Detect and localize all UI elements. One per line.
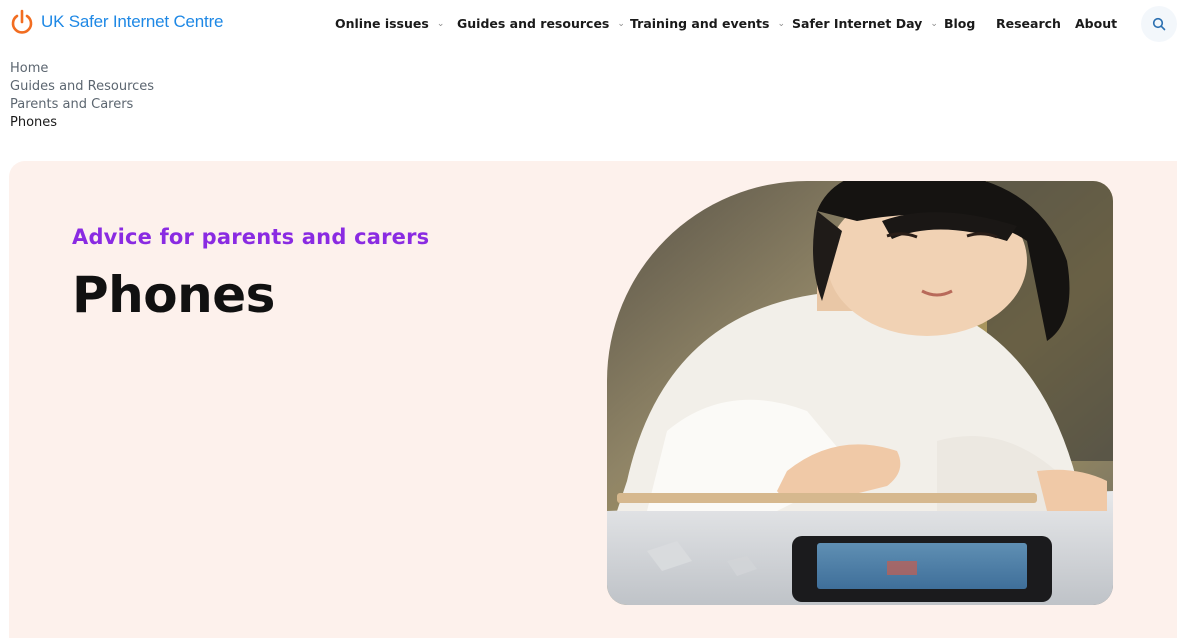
nav-item-label: Training and events bbox=[630, 16, 770, 31]
hero-image bbox=[607, 181, 1113, 605]
nav-item-label: About bbox=[1075, 16, 1118, 31]
logo-text: UK Safer Internet Centre bbox=[41, 12, 224, 31]
breadcrumb-current: Phones bbox=[10, 115, 58, 130]
chevron-down-icon: ⌄ bbox=[436, 18, 445, 29]
search-button[interactable] bbox=[1141, 6, 1177, 42]
site-header: UK Safer Internet Centre Online issues ⌄… bbox=[0, 0, 1177, 50]
nav-item-label: Guides and resources bbox=[457, 16, 610, 31]
site-logo[interactable]: UK Safer Internet Centre bbox=[10, 9, 223, 35]
chevron-down-icon: ⌄ bbox=[617, 18, 625, 29]
nav-item-label: Safer Internet Day bbox=[792, 16, 923, 31]
nav-item-label: Online issues bbox=[335, 16, 429, 31]
search-icon bbox=[1152, 17, 1166, 31]
breadcrumb-guides-and-resources[interactable]: Guides and Resources bbox=[10, 78, 154, 96]
nav-item-blog[interactable]: Blog bbox=[944, 16, 975, 31]
nav-item-guides-and-resources[interactable]: Guides and resources ⌄ bbox=[457, 16, 625, 31]
chevron-down-icon: ⌄ bbox=[777, 18, 786, 29]
nav-item-online-issues[interactable]: Online issues ⌄ bbox=[335, 16, 444, 31]
chevron-down-icon: ⌄ bbox=[930, 18, 938, 29]
nav-item-label: Research bbox=[996, 16, 1061, 31]
power-icon bbox=[11, 9, 33, 34]
nav-item-label: Blog bbox=[944, 16, 976, 31]
nav-item-about[interactable]: About bbox=[1075, 16, 1117, 31]
nav-item-training-and-events[interactable]: Training and events ⌄ bbox=[630, 16, 785, 31]
child-with-phone-illustration bbox=[607, 181, 1113, 605]
page-title: Phones bbox=[72, 266, 275, 324]
breadcrumb-home[interactable]: Home bbox=[10, 60, 154, 78]
breadcrumb-parents-and-carers[interactable]: Parents and Carers bbox=[10, 96, 154, 114]
nav-item-safer-internet-day[interactable]: Safer Internet Day ⌄ bbox=[792, 16, 938, 31]
hero-kicker: Advice for parents and carers bbox=[72, 225, 430, 249]
nav-item-research[interactable]: Research bbox=[996, 16, 1061, 31]
breadcrumb: Home Guides and Resources Parents and Ca… bbox=[10, 60, 154, 132]
